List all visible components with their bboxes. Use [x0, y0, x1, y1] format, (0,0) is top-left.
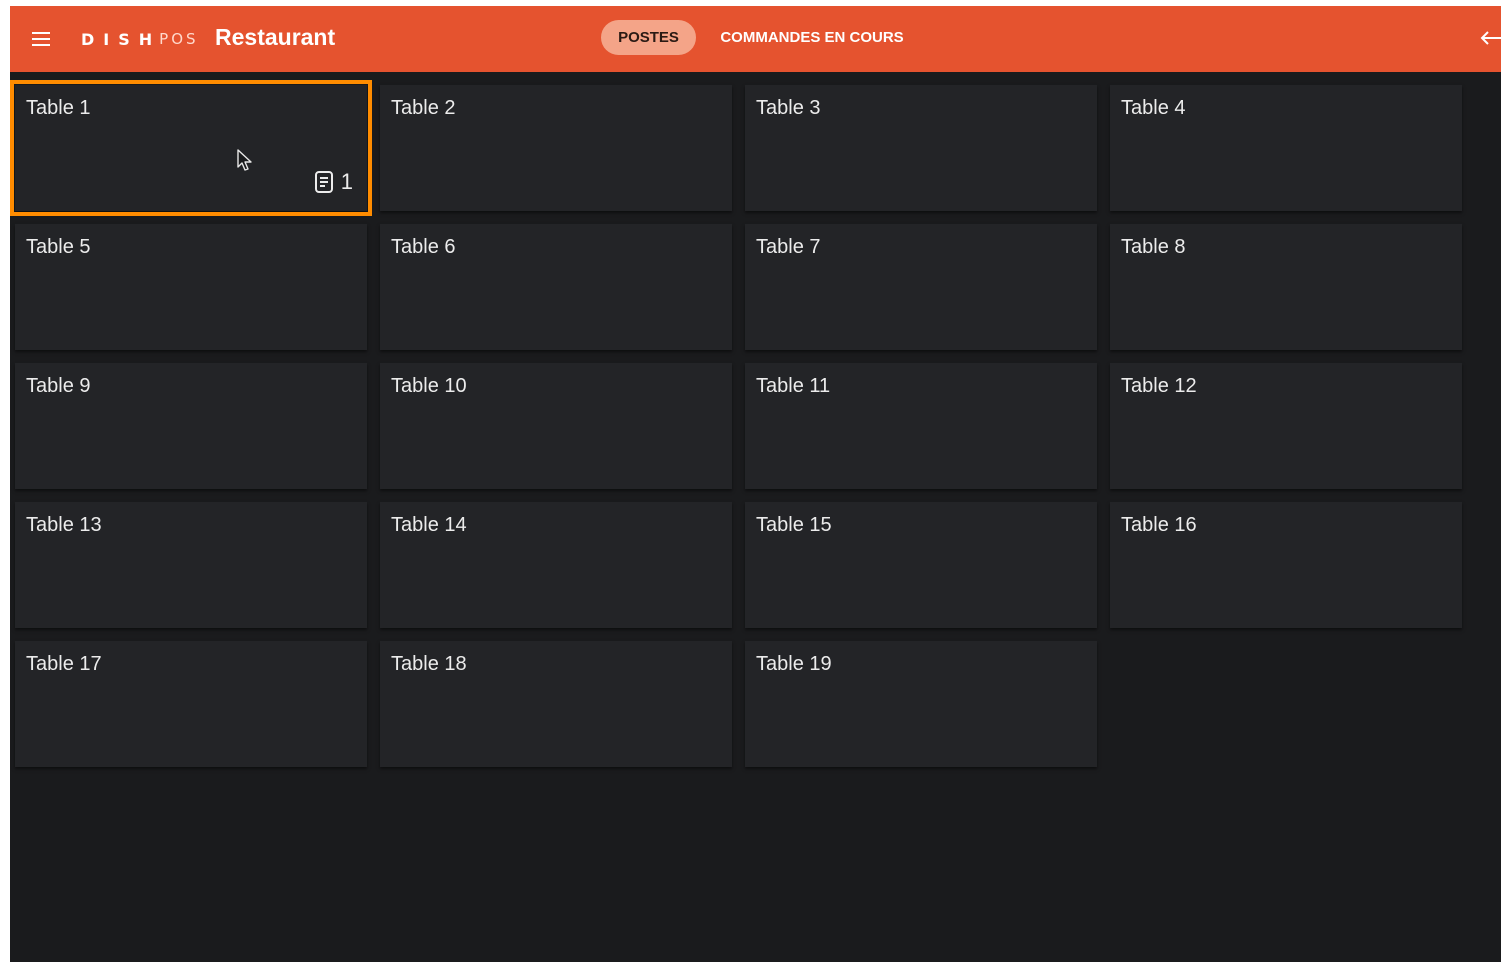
tab-postes[interactable]: POSTES	[601, 20, 696, 55]
table-card[interactable]: Table 1 1	[10, 80, 372, 216]
table-card[interactable]: Table 10	[380, 363, 732, 489]
table-name: Table 6	[391, 236, 456, 258]
table-name: Table 18	[391, 653, 467, 675]
table-name: Table 3	[756, 97, 821, 119]
table-name: Table 19	[756, 653, 832, 675]
tab-commandes-en-cours[interactable]: COMMANDES EN COURS	[712, 20, 912, 55]
top-app-bar: DISH POS Restaurant POSTES COMMANDES EN …	[10, 6, 1501, 72]
table-card[interactable]: Table 3	[745, 85, 1097, 211]
table-card[interactable]: Table 5	[15, 224, 367, 350]
table-card[interactable]: Table 12	[1110, 363, 1462, 489]
table-name: Table 9	[26, 375, 91, 397]
table-card[interactable]: Table 16	[1110, 502, 1462, 628]
pos-app: DISH POS Restaurant POSTES COMMANDES EN …	[10, 6, 1501, 962]
table-card[interactable]: Table 6	[380, 224, 732, 350]
menu-icon[interactable]	[30, 28, 52, 50]
logout-icon[interactable]	[1476, 26, 1501, 50]
order-count: 1	[340, 169, 353, 194]
table-name: Table 8	[1121, 236, 1186, 258]
table-card[interactable]: Table 9	[15, 363, 367, 489]
table-card[interactable]: Table 14	[380, 502, 732, 628]
page-title: Restaurant	[215, 24, 336, 50]
table-name: Table 12	[1121, 375, 1197, 397]
table-card[interactable]: Table 8	[1110, 224, 1462, 350]
table-name: Table 14	[391, 514, 467, 536]
table-name: Table 5	[26, 236, 91, 258]
table-name: Table 16	[1121, 514, 1197, 536]
table-name: Table 1	[26, 97, 91, 119]
table-name: Table 7	[756, 236, 821, 258]
table-name: Table 10	[391, 375, 467, 397]
table-card[interactable]: Table 11	[745, 363, 1097, 489]
table-name: Table 13	[26, 514, 102, 536]
table-card[interactable]: Table 13	[15, 502, 367, 628]
table-card[interactable]: Table 18	[380, 641, 732, 767]
logo-dish-text: DISH	[81, 29, 162, 49]
order-count-badge: 1	[314, 170, 353, 194]
table-card[interactable]: Table 7	[745, 224, 1097, 350]
receipt-icon	[314, 171, 333, 193]
table-card[interactable]: Table 2	[380, 85, 732, 211]
table-card[interactable]: Table 4	[1110, 85, 1462, 211]
table-name: Table 2	[391, 97, 456, 119]
table-card[interactable]: Table 19	[745, 641, 1097, 767]
table-name: Table 17	[26, 653, 102, 675]
table-name: Table 11	[756, 375, 831, 397]
table-card[interactable]: Table 15	[745, 502, 1097, 628]
table-name: Table 4	[1121, 97, 1186, 119]
table-name: Table 15	[756, 514, 832, 536]
table-card[interactable]: Table 17	[15, 641, 367, 767]
logo-pos-text: POS	[159, 30, 199, 48]
tables-grid: Table 1 1 Table 2 Table 3 Table 4 Table 5 Tabl…	[10, 72, 1501, 962]
dish-pos-logo: DISH POS	[81, 28, 199, 50]
